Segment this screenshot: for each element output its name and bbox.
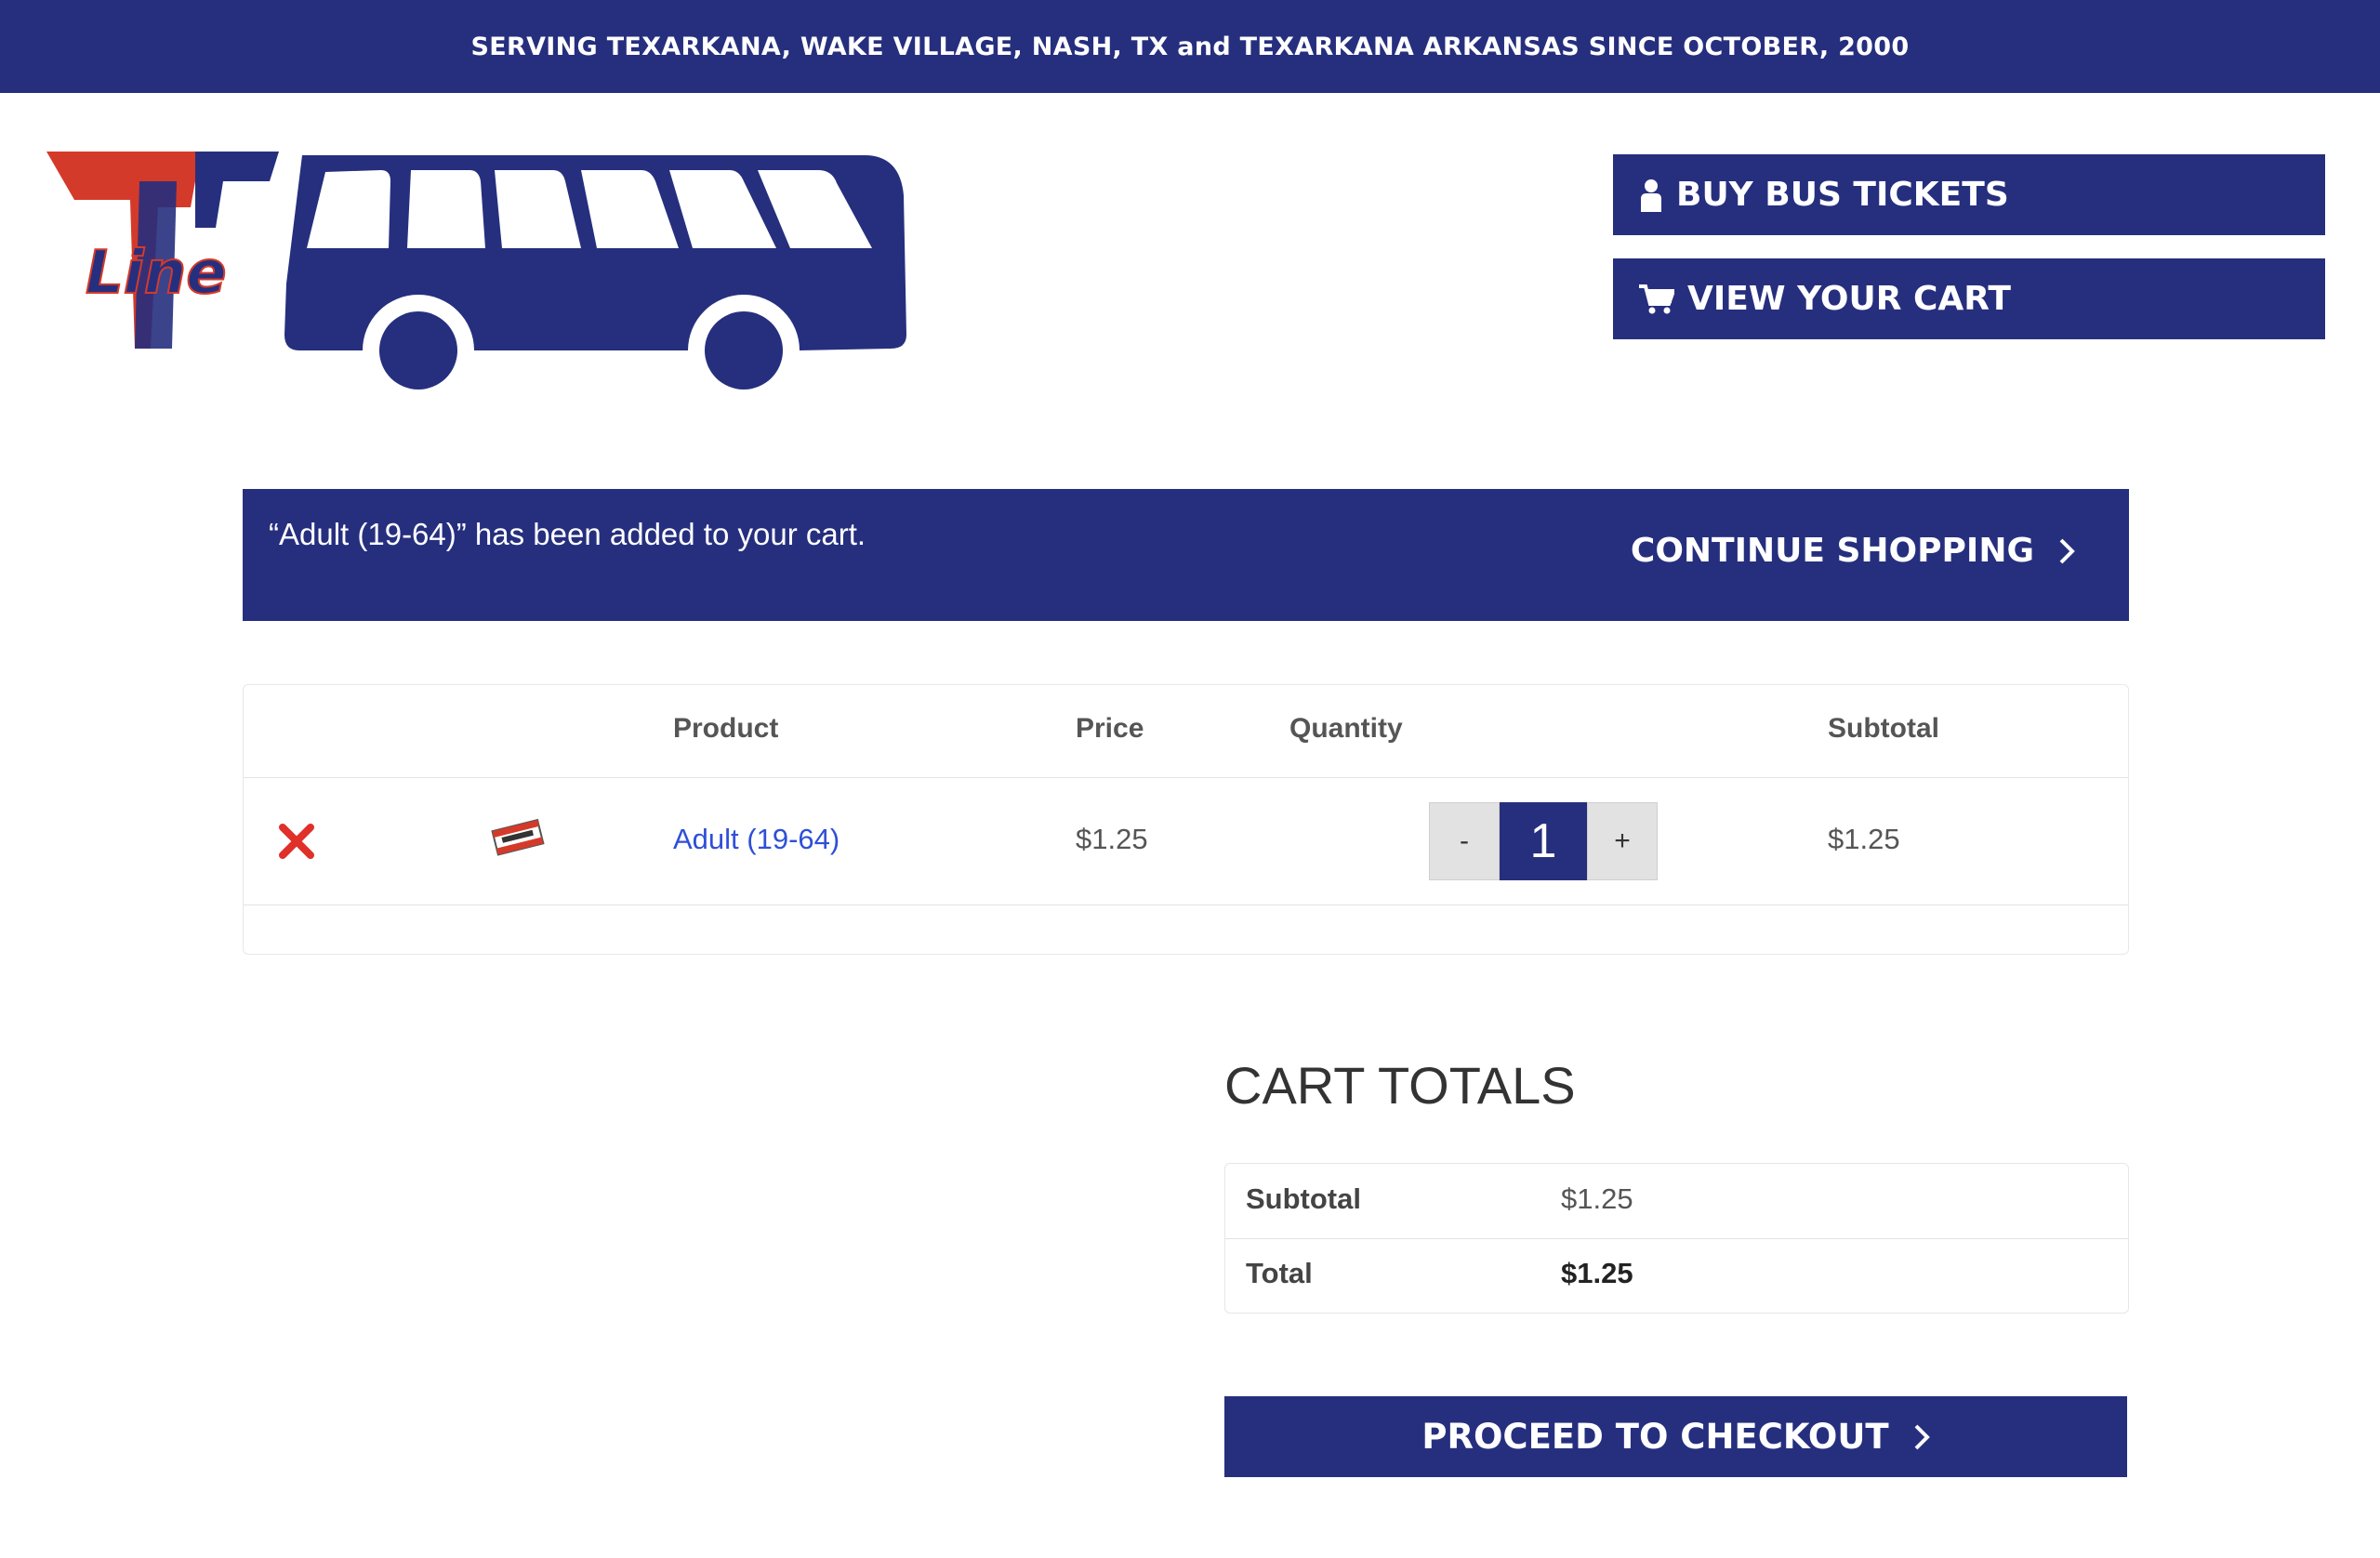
person-icon — [1641, 178, 1661, 212]
quantity-input[interactable]: 1 — [1500, 802, 1587, 880]
totals-subtotal-label: Subtotal — [1246, 1182, 1361, 1215]
totals-divider — [1225, 1238, 2128, 1239]
cart-totals-heading: CART TOTALS — [1224, 1056, 1576, 1115]
cart-table: Product Price Quantity Subtotal Adult (1… — [243, 684, 2129, 955]
chevron-right-icon — [1914, 1424, 1930, 1449]
totals-subtotal-value: $1.25 — [1561, 1182, 1633, 1215]
banner-text: SERVING TEXARKANA, WAKE VILLAGE, NASH, T… — [470, 32, 1910, 61]
quantity-increase-button[interactable]: + — [1587, 802, 1658, 880]
totals-total-value: $1.25 — [1561, 1257, 1633, 1289]
cart-totals-table: Subtotal $1.25 Total $1.25 — [1224, 1163, 2129, 1314]
site-logo[interactable]: Line — [46, 144, 976, 404]
chevron-right-icon — [2059, 538, 2075, 563]
view-your-cart-label: VIEW YOUR CART — [1687, 280, 2011, 318]
ticket-icon[interactable] — [489, 818, 545, 857]
remove-item-icon[interactable] — [278, 823, 315, 860]
cart-icon — [1639, 284, 1674, 313]
continue-shopping-button[interactable]: CONTINUE SHOPPING — [1631, 532, 2075, 570]
header-divider — [244, 777, 2128, 778]
notice-message: “Adult (19-64)” has been added to your c… — [269, 517, 866, 551]
col-header-quantity: Quantity — [1289, 713, 1403, 744]
buy-bus-tickets-label: BUY BUS TICKETS — [1676, 176, 2009, 214]
col-header-subtotal: Subtotal — [1828, 713, 1939, 744]
bus-graphic — [284, 155, 906, 399]
item-subtotal: $1.25 — [1828, 823, 1900, 855]
view-your-cart-button[interactable]: VIEW YOUR CART — [1613, 258, 2325, 339]
t-letter-mark: Line — [46, 152, 279, 349]
buy-bus-tickets-button[interactable]: BUY BUS TICKETS — [1613, 154, 2325, 235]
col-header-price: Price — [1076, 713, 1144, 744]
tline-bus-logo: Line — [46, 152, 906, 399]
item-price: $1.25 — [1076, 823, 1148, 855]
product-link[interactable]: Adult (19-64) — [673, 823, 840, 856]
top-banner: SERVING TEXARKANA, WAKE VILLAGE, NASH, T… — [0, 0, 2380, 93]
continue-shopping-label: CONTINUE SHOPPING — [1630, 532, 2034, 570]
totals-total-label: Total — [1246, 1257, 1313, 1289]
svg-text:Line: Line — [86, 239, 227, 308]
proceed-to-checkout-button[interactable]: PROCEED TO CHECKOUT — [1224, 1396, 2127, 1477]
quantity-stepper: - 1 + — [1429, 802, 1658, 880]
cart-notice: “Adult (19-64)” has been added to your c… — [243, 489, 2129, 621]
proceed-to-checkout-label: PROCEED TO CHECKOUT — [1421, 1417, 1889, 1457]
quantity-decrease-button[interactable]: - — [1429, 802, 1500, 880]
col-header-product: Product — [673, 713, 779, 744]
row-divider — [244, 904, 2128, 905]
